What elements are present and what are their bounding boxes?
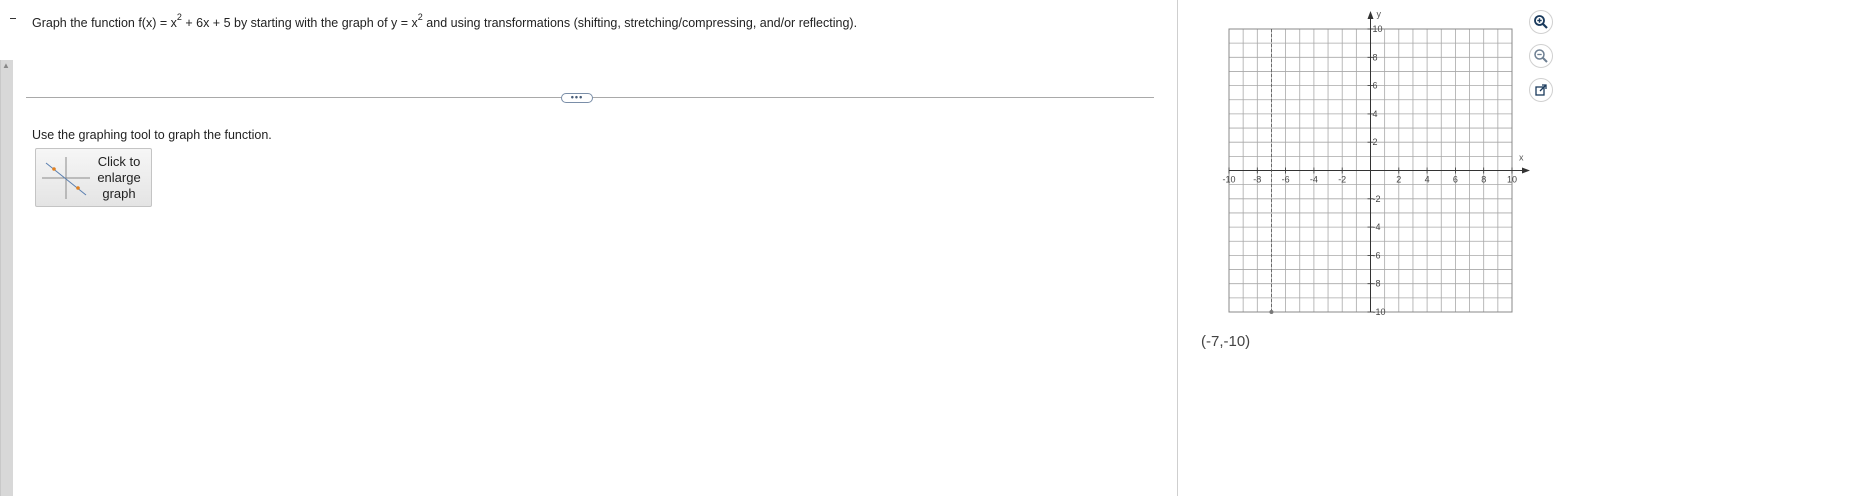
x-tick-label: 4 bbox=[1425, 175, 1430, 185]
cursor-point bbox=[1269, 310, 1274, 314]
y-axis-arrow-icon bbox=[1367, 11, 1374, 19]
divider-resize-handle[interactable]: ••• bbox=[561, 93, 593, 103]
x-tick-label: 8 bbox=[1481, 175, 1486, 185]
x-tick-label: 2 bbox=[1396, 175, 1401, 185]
zoom-in-icon bbox=[1534, 15, 1548, 29]
left-scrollbar[interactable] bbox=[0, 60, 13, 496]
question-text: Graph the function f(x) = x2 + 6x + 5 by… bbox=[32, 12, 858, 31]
y-axis-label: y bbox=[1377, 9, 1382, 19]
axes: xy bbox=[1229, 9, 1530, 312]
y-tick-label: 8 bbox=[1373, 52, 1378, 62]
corner-mark bbox=[10, 18, 16, 19]
instruction-text: Use the graphing tool to graph the funct… bbox=[32, 128, 272, 142]
y-tick-label: -2 bbox=[1373, 194, 1381, 204]
y-tick-label: 4 bbox=[1373, 109, 1378, 119]
y-tick-label: 6 bbox=[1373, 81, 1378, 91]
y-tick-label: -4 bbox=[1373, 222, 1381, 232]
graph-canvas[interactable]: xy -10 -8 -6 -4 -2 2 4 6 8 10108642-2-4-6-8-10 bbox=[1200, 0, 1530, 330]
zoom-out-icon bbox=[1534, 49, 1548, 63]
y-tick-label: -10 bbox=[1373, 307, 1386, 317]
x-tick-label: -2 bbox=[1338, 175, 1346, 185]
x-tick-label: -4 bbox=[1310, 175, 1318, 185]
cursor-coordinates: (-7,-10) bbox=[1201, 333, 1251, 350]
enlarge-graph-button[interactable]: Click to enlarge graph bbox=[35, 148, 152, 207]
x-tick-label: -6 bbox=[1282, 175, 1290, 185]
enlarge-button-label: Click to enlarge graph bbox=[97, 154, 141, 201]
zoom-in-button[interactable] bbox=[1529, 10, 1553, 34]
graph-thumbnail-icon bbox=[42, 157, 90, 199]
x-tick-label: 6 bbox=[1453, 175, 1458, 185]
panel-divider bbox=[1177, 0, 1178, 496]
popout-icon bbox=[1535, 84, 1547, 96]
x-axis-label: x bbox=[1519, 153, 1524, 163]
x-tick-label: 10 bbox=[1507, 175, 1517, 185]
x-tick-label: -10 bbox=[1222, 175, 1235, 185]
x-axis-arrow-icon bbox=[1522, 167, 1530, 174]
y-tick-label: 2 bbox=[1373, 137, 1378, 147]
x-tick-label: -8 bbox=[1253, 175, 1261, 185]
popout-button[interactable] bbox=[1529, 78, 1553, 102]
y-tick-label: -6 bbox=[1373, 250, 1381, 260]
y-tick-label: -8 bbox=[1373, 279, 1381, 289]
zoom-out-button[interactable] bbox=[1529, 44, 1553, 68]
y-tick-label: 10 bbox=[1373, 24, 1383, 34]
scroll-up-arrow-icon[interactable]: ▲ bbox=[1, 60, 11, 72]
